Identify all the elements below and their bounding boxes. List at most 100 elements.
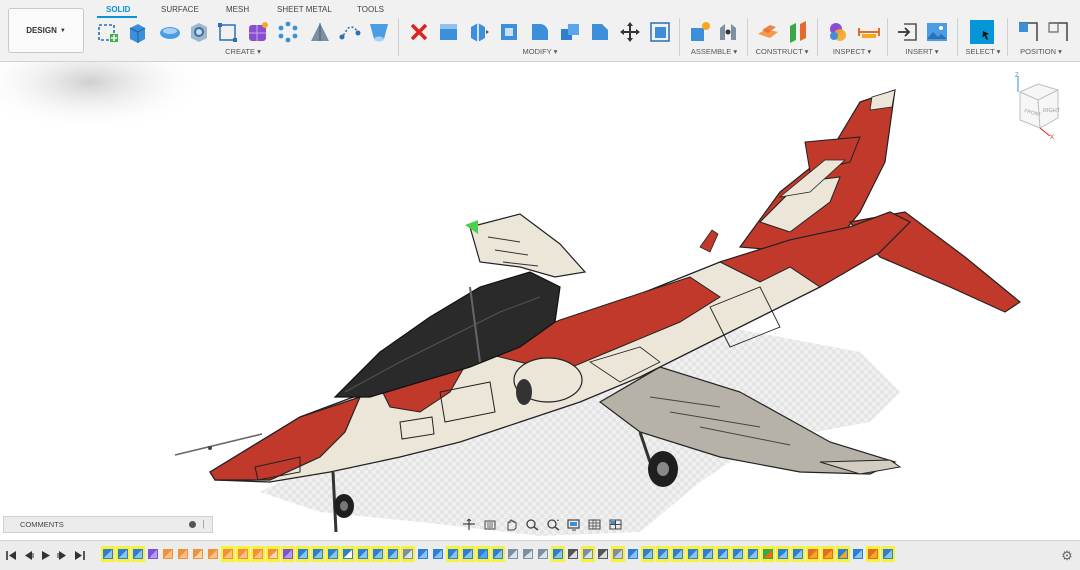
go-to-end-icon[interactable]: [74, 550, 85, 561]
step-forward-icon[interactable]: [57, 550, 68, 561]
timeline-feature-sketch[interactable]: [686, 546, 700, 562]
timeline-feature-sketch[interactable]: [446, 546, 460, 562]
timeline-feature-sketch[interactable]: [656, 546, 670, 562]
insert-image-icon[interactable]: [925, 20, 949, 44]
play-icon[interactable]: [40, 550, 51, 561]
workspace-switcher[interactable]: DESIGN ▼: [8, 8, 84, 53]
timeline-feature-sketch[interactable]: [491, 546, 505, 562]
timeline-feature-sketch[interactable]: [746, 546, 760, 562]
chamfer-icon[interactable]: [588, 20, 612, 44]
timeline-feature-paint[interactable]: [866, 546, 880, 562]
timeline-feature-fillet[interactable]: [506, 546, 520, 562]
new-sketch-icon[interactable]: [96, 20, 120, 44]
joint-icon[interactable]: [716, 20, 740, 44]
grid-settings-icon[interactable]: [586, 517, 604, 532]
combine-icon[interactable]: [558, 20, 582, 44]
timeline-feature-fillet[interactable]: [536, 546, 550, 562]
timeline-feature-sketch-line[interactable]: [191, 546, 205, 562]
timeline-feature-sketch[interactable]: [386, 546, 400, 562]
timeline-feature-sketch[interactable]: [731, 546, 745, 562]
timeline-feature-extrude[interactable]: [221, 546, 235, 562]
modify-menu[interactable]: MODIFY ▾: [523, 47, 558, 56]
timeline-feature-combine[interactable]: [476, 546, 490, 562]
timeline-feature-sketch[interactable]: [716, 546, 730, 562]
position-menu[interactable]: POSITION ▾: [1020, 47, 1062, 56]
jet-model[interactable]: [0, 62, 1080, 536]
rib-icon[interactable]: [308, 20, 332, 44]
revolve-icon[interactable]: [158, 20, 182, 44]
timeline-feature-body[interactable]: [281, 546, 295, 562]
create-form-icon[interactable]: [246, 20, 270, 44]
select-icon[interactable]: [970, 20, 994, 44]
timeline-feature-sketch[interactable]: [701, 546, 715, 562]
timeline-feature-spline[interactable]: [341, 546, 355, 562]
timeline-feature-fillet[interactable]: [401, 546, 415, 562]
display-settings-icon[interactable]: [565, 517, 583, 532]
expand-panel-icon[interactable]: ⏐: [201, 520, 206, 530]
timeline-feature-sketch[interactable]: [326, 546, 340, 562]
create-menu[interactable]: CREATE ▾: [225, 47, 261, 56]
timeline-feature-sketch[interactable]: [416, 546, 430, 562]
look-at-icon[interactable]: [481, 517, 499, 532]
new-component-icon[interactable]: [688, 20, 712, 44]
canvas-viewport[interactable]: FRONT RIGHT Z X: [0, 62, 1080, 536]
timeline-feature-sketch[interactable]: [791, 546, 805, 562]
timeline-feature-extrude[interactable]: [176, 546, 190, 562]
rectangular-pattern-icon[interactable]: [216, 20, 240, 44]
timeline-feature-appearance[interactable]: [761, 546, 775, 562]
fillet-icon[interactable]: [528, 20, 552, 44]
timeline-feature-paint[interactable]: [806, 546, 820, 562]
timeline-feature-extrude[interactable]: [161, 546, 175, 562]
timeline-feature-sketch[interactable]: [776, 546, 790, 562]
midplane-icon[interactable]: [786, 20, 810, 44]
timeline-feature-sketch[interactable]: [356, 546, 370, 562]
timeline-feature-sketch-line[interactable]: [266, 546, 280, 562]
timeline-feature-chamfer[interactable]: [611, 546, 625, 562]
timeline-feature-move[interactable]: [566, 546, 580, 562]
select-menu[interactable]: SELECT ▾: [966, 47, 1001, 56]
hole-icon[interactable]: [187, 20, 211, 44]
tab-sheet-metal[interactable]: SHEET METAL: [277, 5, 332, 14]
timeline-feature-sketch[interactable]: [116, 546, 130, 562]
timeline-feature-fillet[interactable]: [581, 546, 595, 562]
add-comment-icon[interactable]: [189, 521, 197, 528]
timeline-feature-move[interactable]: [596, 546, 610, 562]
timeline-feature-sketch[interactable]: [626, 546, 640, 562]
timeline-feature-paint[interactable]: [821, 546, 835, 562]
timeline-feature-sketch[interactable]: [131, 546, 145, 562]
assemble-menu[interactable]: ASSEMBLE ▾: [691, 47, 737, 56]
timeline-feature-extrude[interactable]: [206, 546, 220, 562]
orbit-icon[interactable]: [460, 517, 478, 532]
tab-mesh[interactable]: MESH: [226, 5, 249, 14]
timeline-feature-sketch[interactable]: [641, 546, 655, 562]
press-pull-icon[interactable]: [436, 20, 460, 44]
offset-plane-icon[interactable]: [756, 20, 780, 44]
step-back-icon[interactable]: [23, 550, 34, 561]
display-component-colors-icon[interactable]: [826, 20, 850, 44]
revert-position-icon[interactable]: [1046, 20, 1070, 44]
view-cube[interactable]: FRONT RIGHT Z X: [1010, 70, 1066, 141]
timeline-feature-extrude[interactable]: [251, 546, 265, 562]
extrude-icon[interactable]: [125, 20, 149, 44]
timeline-feature-sketch[interactable]: [881, 546, 895, 562]
move-icon[interactable]: [618, 20, 642, 44]
pattern-icon[interactable]: [276, 20, 300, 44]
timeline-feature-sketch[interactable]: [671, 546, 685, 562]
viewports-icon[interactable]: [607, 517, 625, 532]
timeline-feature-sketch[interactable]: [101, 546, 115, 562]
go-to-start-icon[interactable]: [6, 550, 17, 561]
shell-icon[interactable]: [497, 20, 521, 44]
scale-icon[interactable]: [648, 20, 672, 44]
timeline-feature-sketch[interactable]: [461, 546, 475, 562]
fit-icon[interactable]: [544, 517, 562, 532]
timeline-feature-sketch[interactable]: [296, 546, 310, 562]
inspect-menu[interactable]: INSPECT ▾: [833, 47, 871, 56]
pan-icon[interactable]: [502, 517, 520, 532]
comments-panel[interactable]: COMMENTS ⏐: [3, 516, 213, 533]
timeline-feature-sketch[interactable]: [431, 546, 445, 562]
timeline-feature-component[interactable]: [836, 546, 850, 562]
timeline-feature-sketch[interactable]: [311, 546, 325, 562]
split-body-icon[interactable]: [466, 20, 490, 44]
delete-icon[interactable]: [407, 20, 431, 44]
loft-icon[interactable]: [367, 20, 391, 44]
